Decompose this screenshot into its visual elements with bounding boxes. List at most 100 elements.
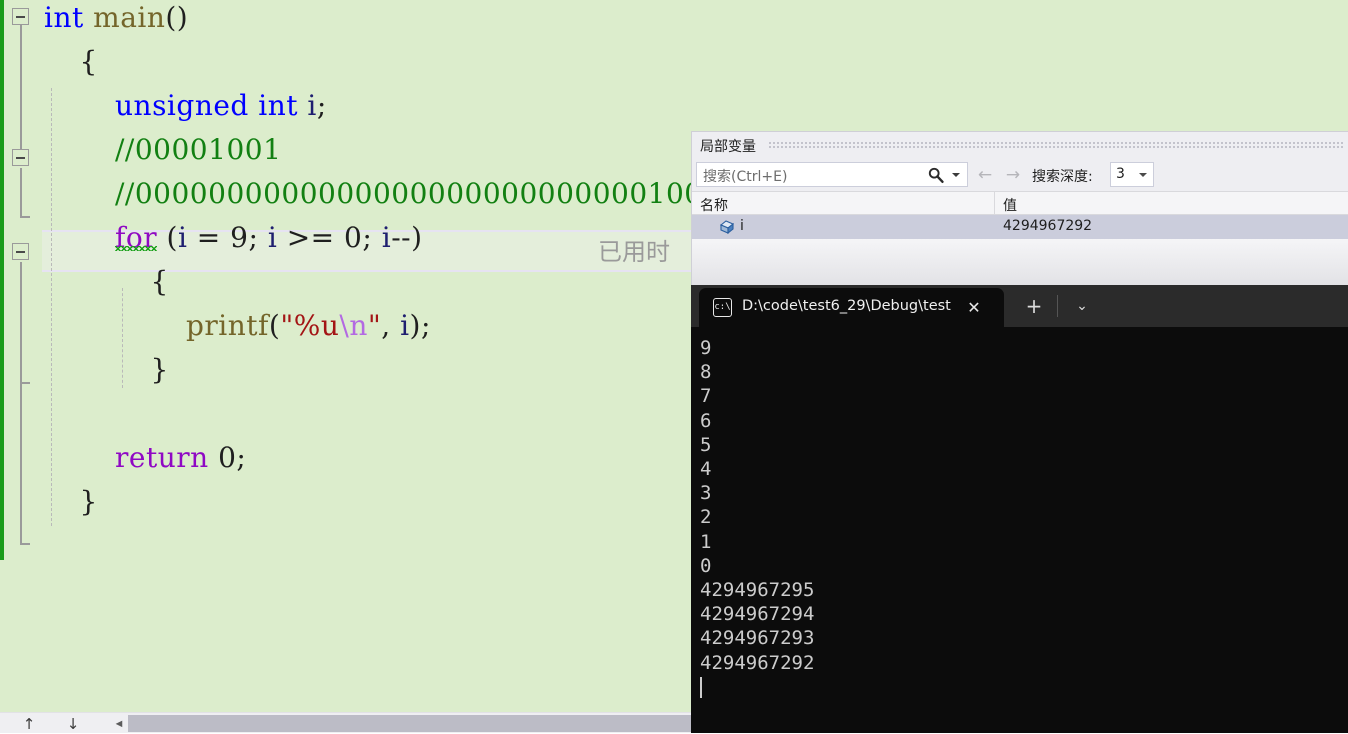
code-token: i [400,309,410,342]
code-token: //00000000000000000000000000001001 [115,177,721,210]
tabbar-divider [1057,295,1058,317]
code-token: ; [362,221,382,254]
search-icon[interactable] [927,166,945,184]
code-line[interactable]: { [80,40,98,84]
locals-drag-grip[interactable] [768,141,1344,149]
code-token: i [267,221,278,254]
code-line[interactable]: int main() [44,0,188,40]
console-line: 4 [700,458,712,481]
code-line[interactable]: unsigned int i; [115,84,327,128]
console-line: 4294967294 [700,603,815,626]
console-line: 4294967292 [700,651,815,674]
code-line[interactable]: { [151,260,169,304]
code-token: return [115,441,209,474]
code-token: main [93,1,166,34]
code-token: int [44,1,94,34]
locals-search-box[interactable]: 搜索(Ctrl+E) [696,162,968,187]
locals-empty-area [692,239,1348,291]
code-token: () [165,1,189,34]
scroll-left-arrow[interactable]: ◄ [110,714,128,734]
code-token: >= [277,221,345,254]
code-token: //00001001 [115,133,282,166]
search-options-chevron-down-icon[interactable] [952,173,960,177]
close-icon[interactable]: ✕ [963,297,985,319]
console-tab-title: D:\code\test6_29\Debug\test [742,298,951,314]
code-token: } [150,353,169,386]
elapsed-time-hint: 已用时 [598,238,670,266]
search-depth-value: 3 [1116,166,1125,182]
code-token: ; [236,441,247,474]
code-token: { [150,265,169,298]
code-token: ; [248,221,268,254]
code-token: 0 [344,221,363,254]
chevron-down-icon[interactable]: ⌄ [1071,297,1093,317]
code-token: i [381,221,392,254]
variable-name: i [740,218,744,234]
column-divider[interactable] [994,192,995,216]
column-header-value[interactable]: 值 [1003,195,1017,215]
code-line[interactable]: } [80,480,98,524]
console-line: 4294967293 [700,627,815,650]
console-line: 9 [700,337,712,359]
console-cursor [700,676,702,698]
console-line: 1 [700,530,712,553]
column-header-name[interactable]: 名称 [700,195,728,215]
locals-title: 局部变量 [700,139,756,155]
variable-icon [719,219,735,235]
table-row[interactable]: i 4294967292 [692,215,1348,239]
code-token: ; [316,89,327,122]
console-line: 0 [700,554,712,577]
code-token: } [79,485,98,518]
code-token: ( [157,221,178,254]
search-input[interactable]: 搜索(Ctrl+E) [703,166,787,186]
code-line[interactable]: //00000000000000000000000000001001 [115,172,721,216]
terminal-icon: c:\ [713,298,732,317]
code-token: \n [339,309,368,342]
variable-value[interactable]: 4294967292 [1003,218,1092,234]
console-tab[interactable]: c:\ D:\code\test6_29\Debug\test ✕ [699,288,1004,327]
code-token: 0 [218,441,237,474]
hscrollbar-thumb[interactable] [128,715,728,732]
code-token: ( [268,309,281,342]
code-token: for [115,221,158,254]
code-token: --) [391,221,423,254]
chevron-down-icon[interactable] [1139,173,1147,177]
console-line: 6 [700,409,712,432]
code-line[interactable]: printf("%u\n", i); [186,304,431,348]
code-token: " [367,309,382,342]
code-token: unsigned int [115,89,308,122]
search-depth-select[interactable]: 3 [1110,162,1154,187]
console-output[interactable]: 9 8 7 6 5 4 3 2 1 0 4294967295 4294967294 4294967293… [691,327,1348,733]
new-tab-icon[interactable]: + [1022,295,1046,319]
code-line[interactable]: //00001001 [115,128,281,172]
locals-grid[interactable]: 名称 值 i 4294967292 [692,191,1348,291]
console-line: 2 [700,506,712,529]
search-next-arrow-icon[interactable]: → [1002,164,1024,186]
code-token: { [79,45,98,78]
console-window[interactable]: c:\ D:\code\test6_29\Debug\test ✕ + ⌄ 98… [691,285,1348,733]
locals-toolbar[interactable]: 搜索(Ctrl+E) ← → 搜索深度: 3 [692,159,1348,191]
locals-grid-header: 名称 值 [692,191,1348,216]
console-line: 8 [700,361,712,384]
scroll-up-arrow[interactable]: ↑ [18,714,40,734]
code-line[interactable]: return 0; [115,436,246,480]
code-line[interactable]: for (i = 9; i >= 0; i--) [115,216,423,260]
code-token: = [187,221,231,254]
console-line: 7 [700,385,712,408]
console-tabbar[interactable]: c:\ D:\code\test6_29\Debug\test ✕ + ⌄ [691,285,1348,327]
console-line: 3 [700,482,712,505]
locals-window[interactable]: 局部变量 搜索(Ctrl+E) ← → 搜索深度: 3 名称 值 i 42949… [691,131,1348,291]
code-token: , [381,309,401,342]
search-depth-label: 搜索深度: [1032,169,1093,185]
search-prev-arrow-icon[interactable]: ← [974,164,996,186]
console-line: 5 [700,433,712,456]
console-line: 4294967295 [700,579,815,602]
code-line[interactable]: } [151,348,169,392]
code-token: 9 [230,221,249,254]
code-token: printf [186,309,269,342]
code-token: "%u [280,309,340,342]
scroll-down-arrow[interactable]: ↓ [62,714,84,734]
code-token: i [307,89,317,122]
locals-titlebar[interactable]: 局部变量 [692,132,1348,159]
